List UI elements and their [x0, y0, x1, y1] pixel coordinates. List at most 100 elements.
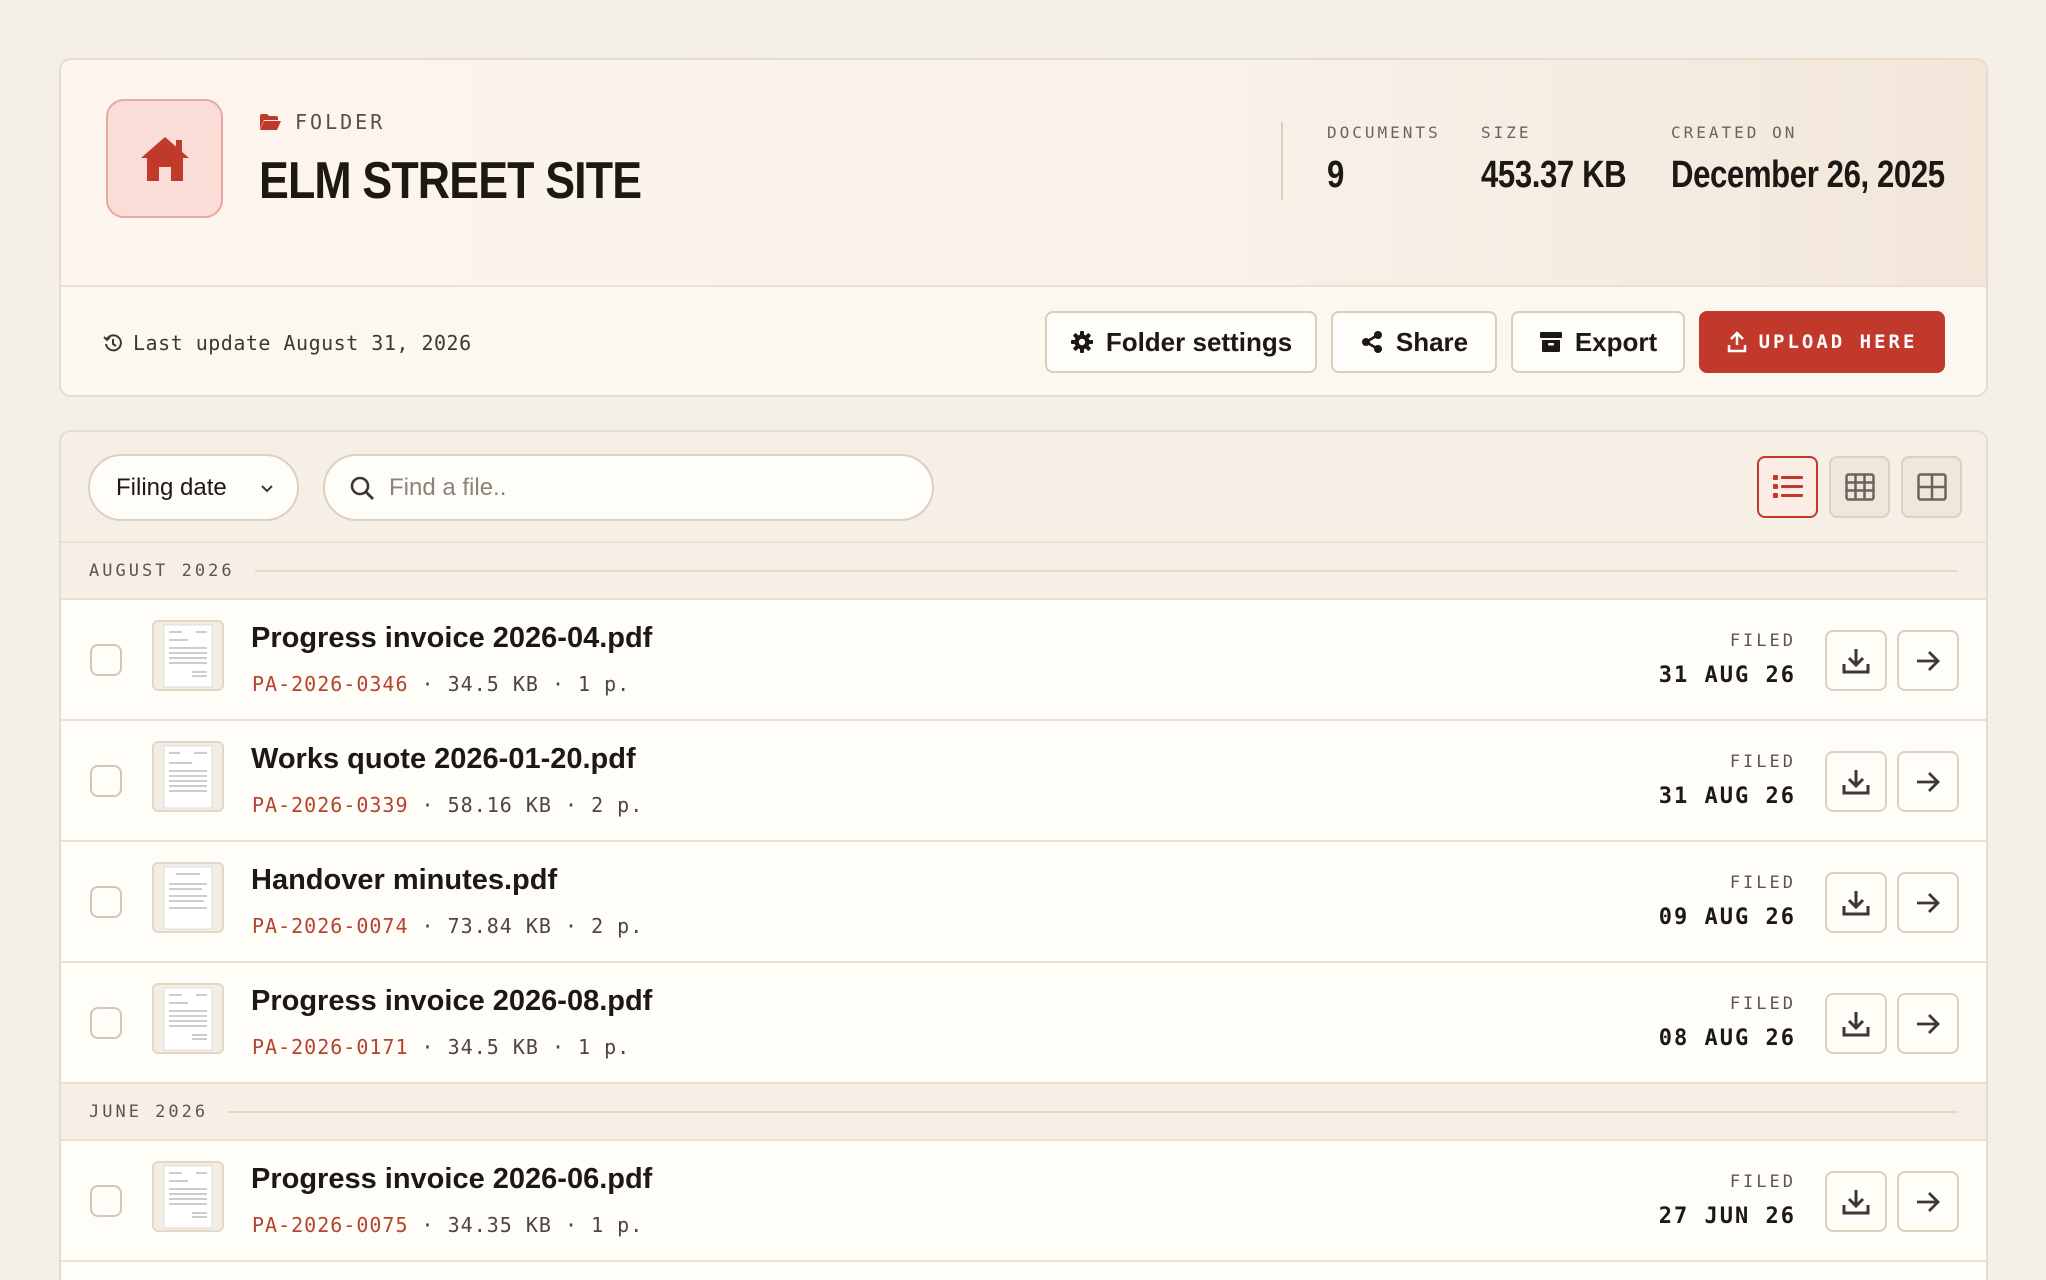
download-button[interactable] [1825, 872, 1887, 933]
folder-header-actions: Last update August 31, 2026 Folder setti… [61, 287, 1986, 395]
table-icon [1844, 473, 1875, 501]
download-icon [1842, 1011, 1870, 1036]
last-update-text: Last update August 31, 2026 [133, 331, 472, 355]
row-checkbox[interactable] [90, 1185, 122, 1217]
search-icon [350, 476, 374, 500]
file-reference: PA-2026-0074 [252, 914, 409, 938]
stat-size: SIZE 453.37 KB [1481, 123, 1658, 197]
folder-open-icon [260, 114, 281, 130]
file-meta: PA-2026-0074 · 73.84 KB · 2 p. [252, 914, 643, 938]
file-reference: PA-2026-0075 [252, 1213, 409, 1237]
filed-label: FILED [1729, 994, 1796, 1014]
file-name[interactable]: Progress invoice 2026-06.pdf [251, 1163, 652, 1196]
group-header-june-2026: JUNE 2026 [61, 1084, 1986, 1141]
arrow-right-icon [1917, 1191, 1940, 1212]
file-details: · 58.16 KB · 2 p. [408, 793, 644, 817]
row-checkbox[interactable] [90, 1007, 122, 1039]
folder-kicker: FOLDER [259, 110, 385, 134]
file-name[interactable]: Progress invoice 2026-04.pdf [251, 622, 652, 655]
upload-icon [1727, 331, 1746, 353]
arrow-right-icon [1917, 892, 1940, 913]
share-label: Share [1395, 326, 1469, 357]
folder-settings-label: Folder settings [1105, 326, 1293, 357]
filed-date: 08 AUG 26 [1658, 1026, 1796, 1051]
minutes-thumbnail-icon [163, 866, 213, 929]
export-button[interactable]: Export [1511, 311, 1685, 373]
file-list-panel: Filing date Find a file.. AUGUST 2026 Pr… [59, 430, 1988, 1280]
history-icon [103, 334, 122, 352]
filed-date: 31 AUG 26 [1658, 663, 1796, 688]
last-update: Last update August 31, 2026 [103, 331, 472, 355]
open-file-button[interactable] [1897, 993, 1959, 1054]
open-file-button[interactable] [1897, 751, 1959, 812]
filed-label: FILED [1729, 752, 1796, 772]
download-icon [1842, 769, 1870, 794]
group-label: JUNE 2026 [89, 1101, 209, 1122]
file-name[interactable]: Progress invoice 2026-08.pdf [251, 985, 652, 1018]
stat-created-label: CREATED ON [1671, 123, 1798, 142]
upload-button[interactable]: UPLOAD HERE [1699, 311, 1945, 373]
archive-icon [1539, 332, 1562, 352]
file-name[interactable]: Works quote 2026-01-20.pdf [251, 743, 636, 776]
open-file-button[interactable] [1897, 1171, 1959, 1232]
download-icon [1842, 1189, 1870, 1214]
open-file-button[interactable] [1897, 630, 1959, 691]
filed-label: FILED [1729, 631, 1796, 651]
share-button[interactable]: Share [1331, 311, 1497, 373]
download-button[interactable] [1825, 751, 1887, 812]
row-checkbox[interactable] [90, 886, 122, 918]
group-divider [254, 569, 1958, 572]
arrow-right-icon [1917, 771, 1940, 792]
sort-select-value: Filing date [116, 473, 227, 501]
stat-size-label: SIZE [1481, 123, 1532, 142]
file-thumbnail [152, 983, 224, 1054]
file-details: · 34.35 KB · 1 p. [408, 1213, 644, 1237]
download-button[interactable] [1825, 630, 1887, 691]
invoice-thumbnail-icon [163, 987, 213, 1050]
file-row[interactable]: Progress invoice 2026-04.pdf PA-2026-034… [61, 600, 1986, 721]
arrow-right-icon [1917, 1013, 1940, 1034]
folder-settings-button[interactable]: Folder settings [1045, 311, 1317, 373]
grid-view-button[interactable] [1901, 456, 1962, 518]
grid-icon [1916, 473, 1947, 501]
file-reference: PA-2026-0171 [252, 1035, 409, 1059]
stat-documents: DOCUMENTS 9 [1327, 123, 1441, 197]
sort-select[interactable]: Filing date [88, 454, 299, 521]
row-checkbox[interactable] [90, 644, 122, 676]
file-row[interactable]: Works quote 2026-01-20.pdf PA-2026-0339 … [61, 721, 1986, 842]
row-checkbox[interactable] [90, 765, 122, 797]
file-name[interactable]: Handover minutes.pdf [251, 864, 557, 897]
stat-size-value: 453.37 KB [1481, 154, 1627, 196]
upload-label: UPLOAD HERE [1758, 331, 1918, 353]
open-file-button[interactable] [1897, 872, 1959, 933]
page-title: ELM STREET SITE [259, 152, 642, 210]
file-meta: PA-2026-0346 · 34.5 KB · 1 p. [252, 672, 630, 696]
download-button[interactable] [1825, 1171, 1887, 1232]
gear-icon [1070, 331, 1093, 353]
invoice-thumbnail-icon [163, 1165, 213, 1228]
file-details: · 34.5 KB · 1 p. [408, 1035, 631, 1059]
file-meta: PA-2026-0075 · 34.35 KB · 1 p. [252, 1213, 643, 1237]
search-input[interactable] [389, 473, 909, 502]
file-meta: PA-2026-0339 · 58.16 KB · 2 p. [252, 793, 643, 817]
stat-created: CREATED ON December 26, 2025 [1671, 123, 1986, 197]
list-view-button[interactable] [1757, 456, 1818, 518]
arrow-right-icon [1917, 650, 1940, 671]
file-row[interactable]: Handover minutes.pdf PA-2026-0074 · 73.8… [61, 842, 1986, 963]
folder-header: FOLDER ELM STREET SITE DOCUMENTS 9 SIZE … [59, 58, 1988, 397]
share-icon [1361, 331, 1382, 353]
file-row[interactable]: Progress invoice 2026-08.pdf PA-2026-017… [61, 963, 1986, 1084]
file-row[interactable]: Progress invoice 2026-06.pdf PA-2026-007… [61, 1141, 1986, 1262]
table-view-button[interactable] [1829, 456, 1890, 518]
folder-kicker-label: FOLDER [295, 110, 386, 134]
file-details: · 34.5 KB · 1 p. [408, 672, 631, 696]
chevron-down-icon [261, 485, 273, 493]
filed-date: 27 JUN 26 [1658, 1204, 1796, 1229]
file-details: · 73.84 KB · 2 p. [408, 914, 644, 938]
group-label: AUGUST 2026 [89, 560, 235, 581]
download-icon [1842, 648, 1870, 673]
download-button[interactable] [1825, 993, 1887, 1054]
filed-label: FILED [1729, 873, 1796, 893]
file-reference: PA-2026-0346 [252, 672, 409, 696]
file-thumbnail [152, 862, 224, 933]
